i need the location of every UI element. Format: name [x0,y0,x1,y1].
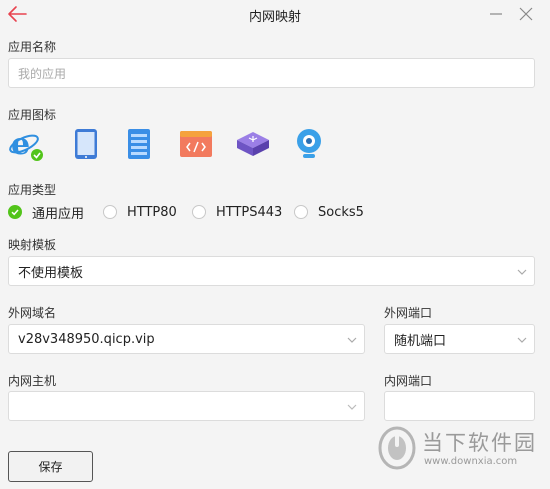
router-icon[interactable] [235,126,271,162]
radio-label: HTTPS443 [216,204,283,220]
external-port-select[interactable]: 随机端口 [384,324,535,354]
minimize-icon[interactable] [487,5,505,23]
app-name-input[interactable]: 我的应用 [8,58,535,88]
back-arrow-icon[interactable] [6,4,28,24]
radio-general-app[interactable]: 通用应用 [8,203,85,222]
internal-port-input[interactable] [384,391,535,421]
chevron-down-icon [517,337,527,343]
radio-http80[interactable]: HTTP80 [103,203,177,221]
external-port-value: 随机端口 [394,333,447,349]
chevron-down-icon [347,337,357,343]
radio-checked-icon [8,205,22,219]
app-name-label: 应用名称 [8,40,57,54]
title-bar: 内网映射 [0,0,550,30]
window-title: 内网映射 [248,10,301,25]
webcam-icon[interactable] [291,126,327,162]
mapping-template-value: 不使用模板 [18,265,84,281]
server-icon[interactable] [121,126,157,162]
external-domain-label: 外网域名 [8,306,57,320]
chevron-down-icon [347,404,357,410]
app-icon-label: 应用图标 [8,108,57,122]
watermark-text: 当下软件园 [422,431,537,455]
radio-unchecked-icon [192,205,206,219]
external-domain-value: v28v348950.qicp.vip [18,331,155,347]
watermark-url: www.downxia.com [424,456,518,467]
watermark: 当下软件园 www.downxia.com [376,425,536,471]
watermark-logo-icon [378,426,416,470]
tablet-icon[interactable] [68,126,104,162]
external-domain-select[interactable]: v28v348950.qicp.vip [8,324,365,354]
app-name-placeholder: 我的应用 [18,66,67,81]
chevron-down-icon [517,269,527,275]
external-port-label: 外网端口 [384,306,433,320]
mapping-template-select[interactable]: 不使用模板 [8,256,535,286]
save-button[interactable]: 保存 [8,451,93,482]
radio-unchecked-icon [103,205,117,219]
app-type-label: 应用类型 [8,183,57,197]
internal-host-select[interactable] [8,391,365,421]
code-window-icon[interactable] [178,126,214,162]
internal-port-label: 内网端口 [384,374,433,388]
radio-socks5[interactable]: Socks5 [294,203,364,221]
mapping-template-label: 映射模板 [8,238,57,252]
radio-label: 通用应用 [32,206,85,222]
radio-unchecked-icon [294,205,308,219]
ie-browser-icon[interactable]: e [8,126,44,162]
radio-label: HTTP80 [127,204,177,220]
radio-label: Socks5 [318,204,364,220]
close-icon[interactable] [517,5,535,23]
radio-https443[interactable]: HTTPS443 [192,203,282,221]
internal-host-label: 内网主机 [8,374,57,388]
